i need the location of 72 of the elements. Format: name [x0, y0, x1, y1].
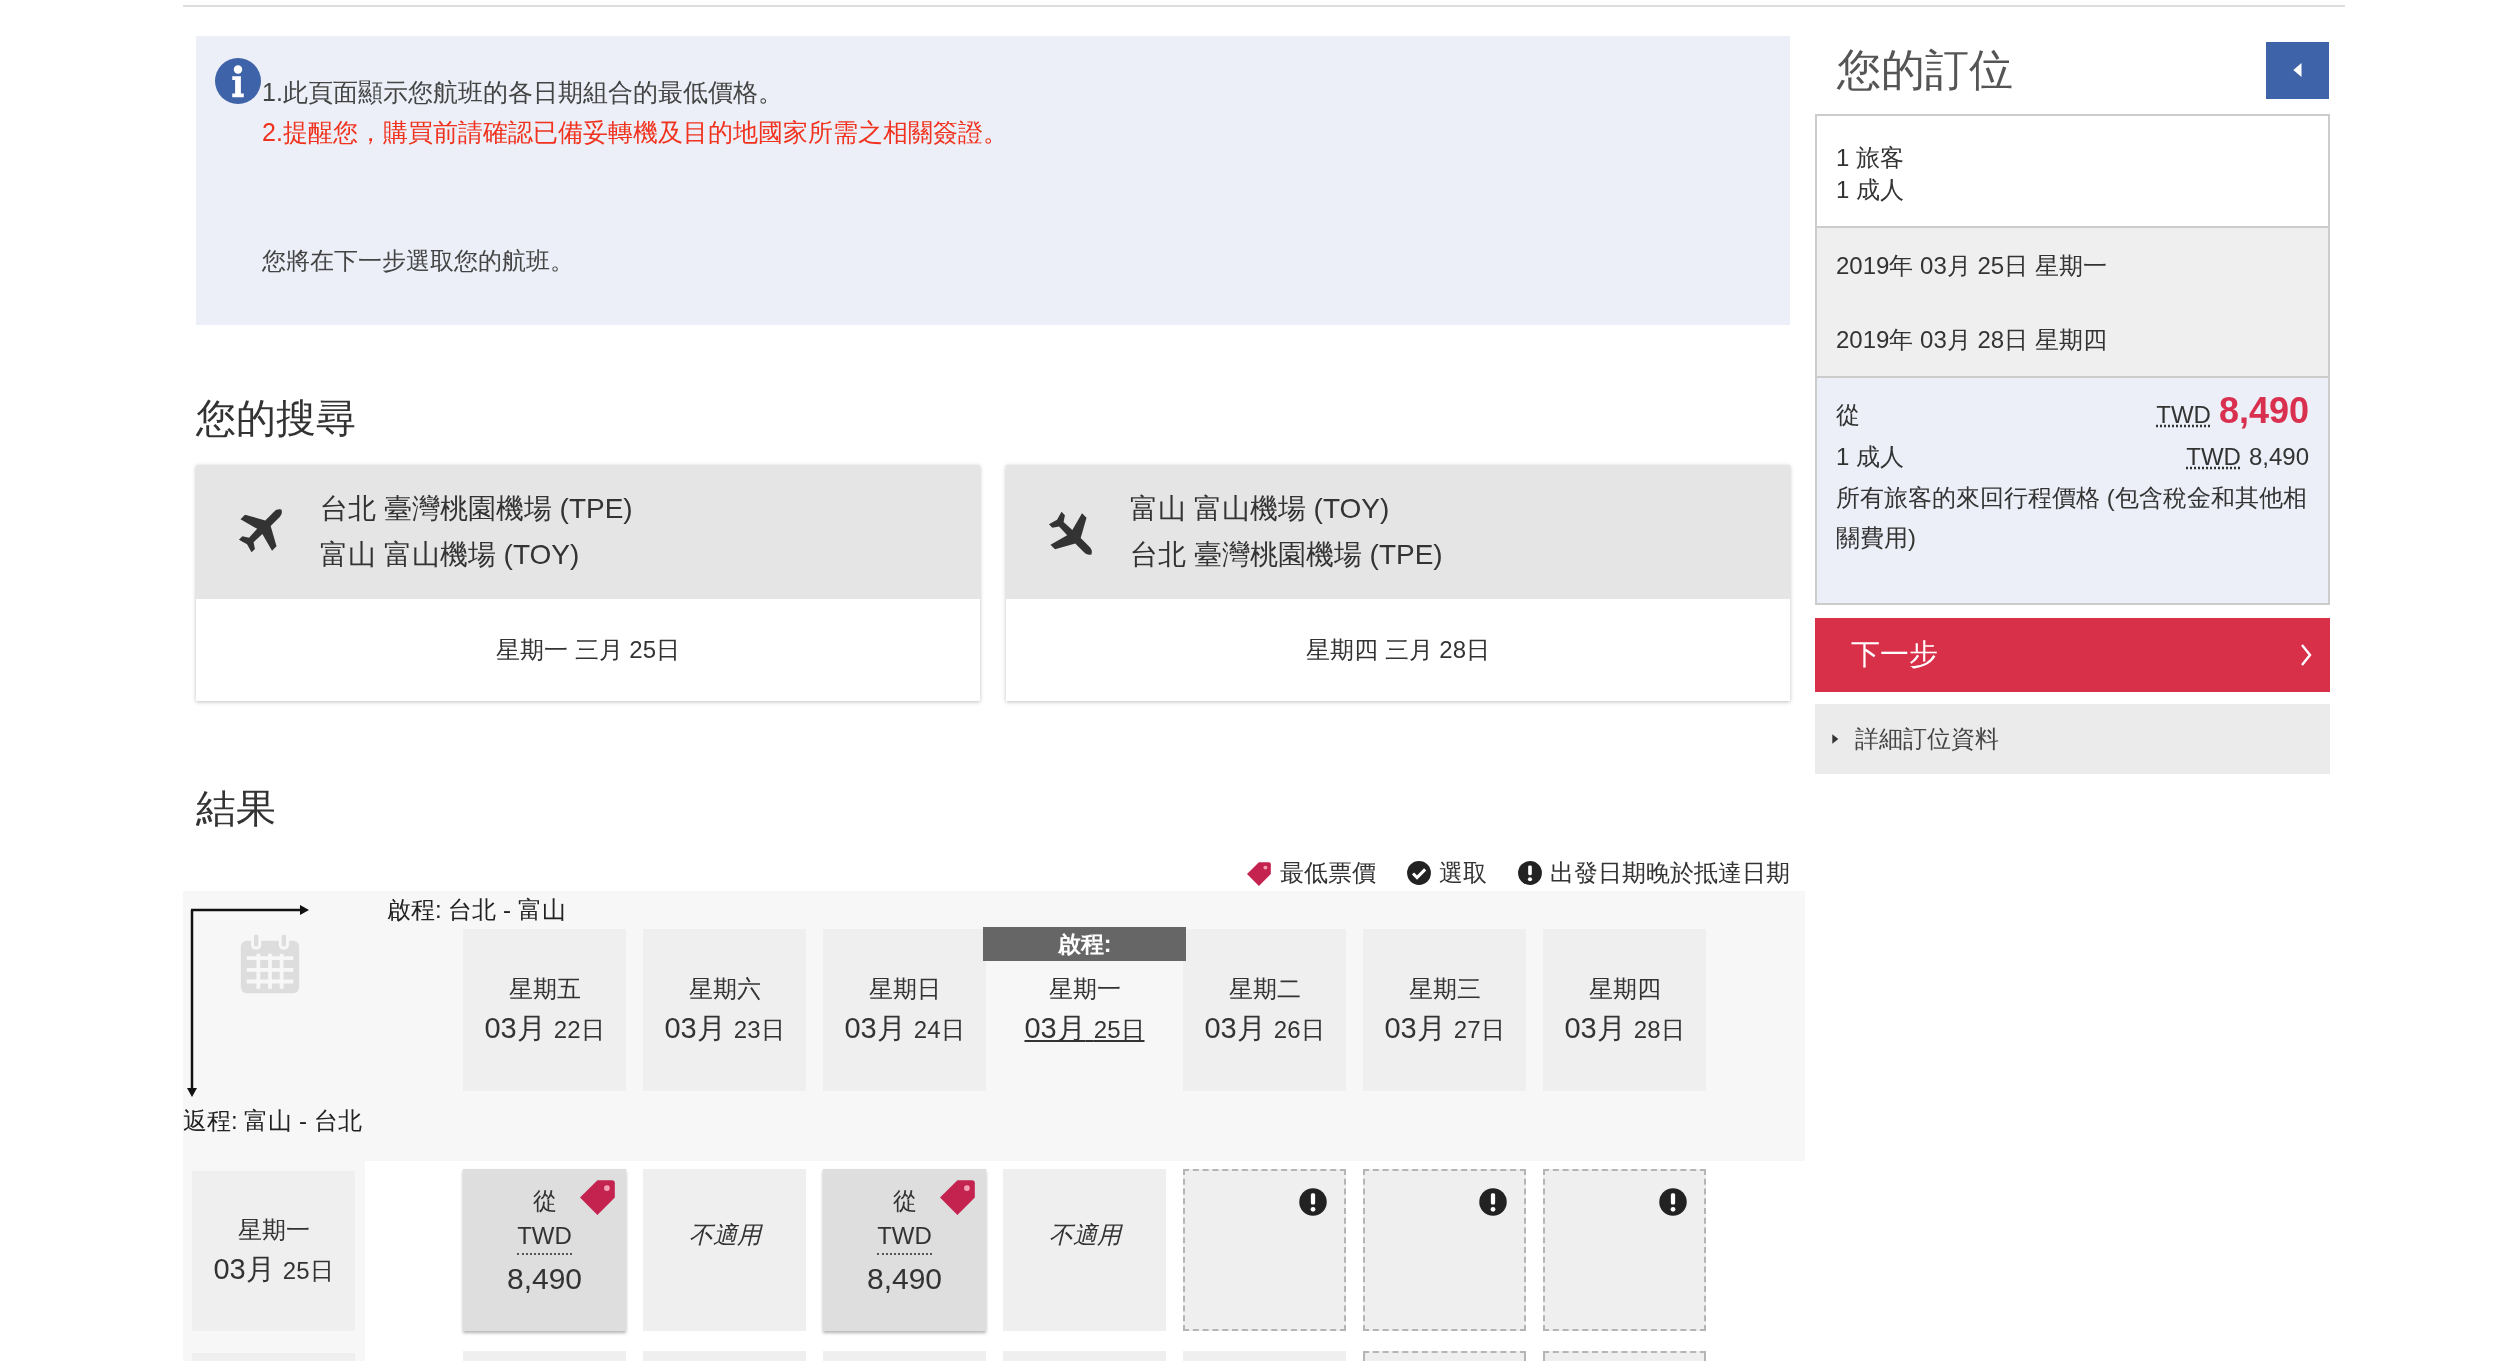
- alert-icon: [1517, 860, 1543, 886]
- alert-icon: [1478, 1187, 1508, 1217]
- fare-price: 8,490: [866, 1261, 943, 1297]
- weekday-label: 星期一: [237, 1215, 310, 1245]
- price-note: 所有旅客的來回行程價格 (包含稅金和其他相關費用): [1836, 483, 2308, 553]
- info-icon: [215, 58, 261, 104]
- adult-price: 8,490: [2248, 442, 2309, 472]
- price-label: 從: [1836, 400, 1860, 430]
- weekday-label: 星期二: [1228, 974, 1301, 1004]
- unavailable-text: 不適用: [688, 1220, 761, 1249]
- axis-label: 啟程: 台北 - 富山: [386, 895, 567, 925]
- collapse-button[interactable]: [2266, 41, 2329, 99]
- currency-label: TWD: [2186, 442, 2241, 472]
- unavailable-text: 不適用: [1048, 1220, 1121, 1249]
- alert-icon: [1658, 1187, 1688, 1217]
- fare-from: 從: [892, 1186, 917, 1216]
- date-column-header[interactable]: 星期四 03月 28日: [1543, 929, 1706, 1091]
- currency-label: TWD: [517, 1219, 572, 1255]
- date-text: 星期四 三月 28日: [1306, 635, 1490, 665]
- airport-text: 台北 臺灣桃園機場 (TPE): [1130, 538, 1443, 572]
- check-icon: [1406, 860, 1432, 886]
- section-heading: 結果: [196, 785, 277, 832]
- fare-from: 從: [532, 1186, 557, 1216]
- notice-text: 2.提醒您，購買前請確認已備妥轉機及目的地國家所需之相關簽證。: [261, 117, 1009, 148]
- weekday-label: 星期五: [508, 974, 581, 1004]
- date-label: 03月 26日: [1204, 1011, 1325, 1046]
- airport-text: 富山 富山機場 (TOY): [1130, 492, 1391, 526]
- legend-label: 最低票價: [1280, 858, 1376, 888]
- date-label: 03月 25日: [1024, 1011, 1145, 1046]
- date-text: 2019年 03月 25日 星期一: [1836, 251, 2108, 281]
- currency-label: TWD: [2156, 400, 2211, 430]
- weekday-label: 星期一: [1048, 974, 1121, 1004]
- date-column-header[interactable]: 星期五 03月 22日: [463, 929, 626, 1091]
- alert-icon: [1298, 1187, 1328, 1217]
- date-column-header[interactable]: 星期一 03月 25日: [1003, 963, 1166, 1091]
- tag-icon: [1247, 860, 1273, 886]
- date-column-header[interactable]: 星期日 03月 24日: [823, 929, 986, 1091]
- fare-price: 8,490: [506, 1261, 583, 1297]
- axis-label: 返程: 富山 - 台北: [183, 1106, 363, 1136]
- section-heading: 您的搜尋: [196, 395, 357, 442]
- price-label: 1 成人: [1836, 442, 1904, 472]
- date-column-header[interactable]: 星期二 03月 26日: [1183, 929, 1346, 1091]
- weekday-label: 星期四: [1588, 974, 1661, 1004]
- traveler-text: 1 成人: [1836, 175, 1905, 205]
- weekday-label: 星期六: [688, 974, 761, 1004]
- notice-text: 1.此頁面顯示您航班的各日期組合的最低價格。: [261, 77, 784, 108]
- date-label: 03月 28日: [1564, 1011, 1685, 1046]
- currency-label: TWD: [877, 1219, 932, 1255]
- date-label: 03月 25日: [213, 1252, 334, 1287]
- date-label: 03月 23日: [664, 1011, 785, 1046]
- weekday-label: 星期三: [1408, 974, 1481, 1004]
- date-label: 03月 24日: [844, 1011, 965, 1046]
- fare-cell[interactable]: 從 TWD 8,490: [463, 1169, 626, 1331]
- next-button[interactable]: 下一步: [1815, 618, 2330, 692]
- details-toggle[interactable]: 詳細訂位資料: [1815, 704, 2330, 774]
- total-price: 8,490: [2218, 390, 2309, 432]
- date-column-header[interactable]: 星期六 03月 23日: [643, 929, 806, 1091]
- legend-label: 出發日期晚於抵達日期: [1550, 858, 1790, 888]
- date-column-header[interactable]: 星期三 03月 27日: [1363, 929, 1526, 1091]
- traveler-text: 1 旅客: [1836, 143, 1905, 173]
- airport-text: 台北 臺灣桃園機場 (TPE): [320, 492, 633, 526]
- airport-text: 富山 富山機場 (TOY): [320, 538, 581, 572]
- weekday-label: 星期日: [868, 974, 941, 1004]
- selected-tag: 啟程:: [983, 927, 1186, 961]
- date-label: 03月 27日: [1384, 1011, 1505, 1046]
- date-label: 03月 22日: [484, 1011, 605, 1046]
- date-text: 2019年 03月 28日 星期四: [1836, 325, 2108, 355]
- sidebar-title: 您的訂位: [1837, 43, 2013, 96]
- legend-label: 選取: [1439, 858, 1487, 888]
- notice-text: 您將在下一步選取您的航班。: [261, 246, 575, 276]
- date-text: 星期一 三月 25日: [496, 635, 680, 665]
- fare-cell[interactable]: 從 TWD 8,490: [823, 1169, 986, 1331]
